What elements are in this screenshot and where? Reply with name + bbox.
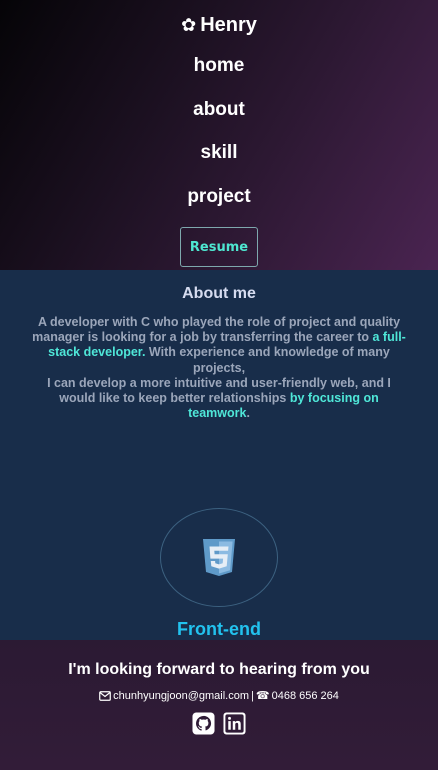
about-title: About me: [182, 285, 256, 302]
main-nav: home about skill project: [187, 38, 250, 218]
about-text-1: A developer with C who played the role o…: [32, 315, 401, 345]
phone-icon: ☎: [255, 690, 270, 702]
resume-button[interactable]: Resume: [180, 227, 258, 267]
envelope-icon: [99, 690, 111, 701]
nav-item-skill[interactable]: skill: [201, 131, 238, 175]
skill-title: Front-end: [177, 619, 261, 639]
site-footer: I'm looking forward to hearing from you …: [0, 640, 438, 770]
about-description: A developer with C who played the role o…: [29, 315, 409, 421]
social-links: [192, 712, 246, 735]
site-header: ✿ Henry home about skill project Resume: [0, 0, 438, 270]
contact-email[interactable]: chunhyungjoon@gmail.com: [113, 690, 249, 702]
linkedin-icon[interactable]: [223, 712, 246, 735]
contact-line: chunhyungjoon@gmail.com | ☎ 0468 656 264: [99, 689, 339, 702]
about-text-2: With experience and knowledge of many pr…: [145, 345, 390, 375]
about-section: About me A developer with C who played t…: [0, 270, 438, 640]
footer-title: I'm looking forward to hearing from you: [68, 661, 370, 678]
nav-item-project[interactable]: project: [187, 175, 250, 219]
logo-text: Henry: [200, 13, 257, 36]
github-icon[interactable]: [192, 712, 215, 735]
nav-item-about[interactable]: about: [193, 88, 245, 132]
about-text-4: .: [246, 406, 250, 421]
contact-phone[interactable]: 0468 656 264: [272, 690, 339, 702]
skill-badge: [160, 508, 278, 607]
flower-icon: ✿: [181, 15, 197, 35]
logo[interactable]: ✿ Henry: [181, 12, 257, 38]
contact-separator: |: [251, 689, 254, 702]
nav-item-home[interactable]: home: [194, 44, 245, 88]
css3-icon: [203, 539, 235, 577]
